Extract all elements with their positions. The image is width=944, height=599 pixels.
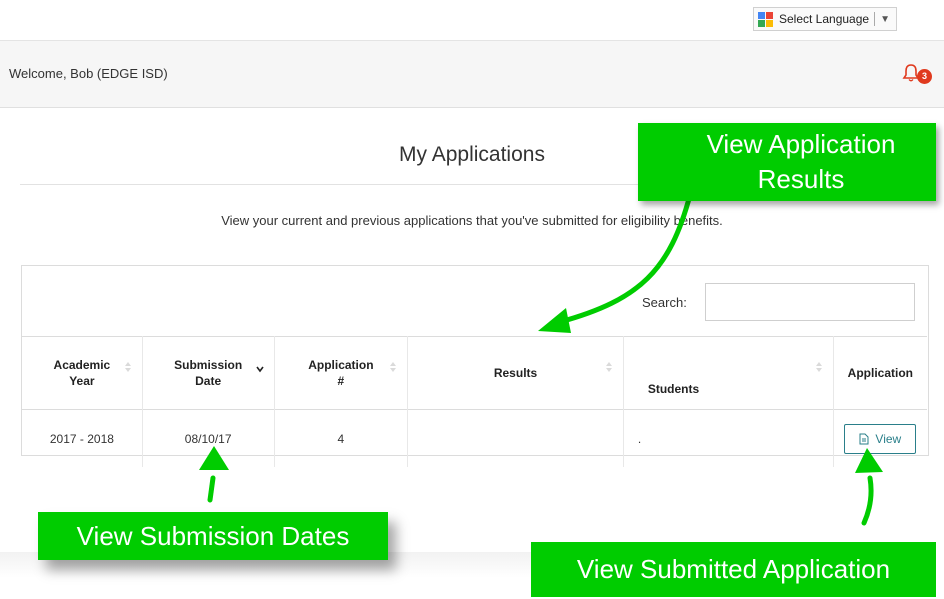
language-selector-label: Select Language xyxy=(779,12,870,26)
sort-descending-icon xyxy=(255,366,264,373)
document-icon xyxy=(859,433,869,444)
table-header-row: Academic Year Submission Date Applicatio… xyxy=(22,336,927,410)
arrow-to-date xyxy=(207,475,216,503)
search-label: Search: xyxy=(642,295,687,310)
cell-students: . xyxy=(623,409,834,467)
arrow-to-view xyxy=(861,475,874,526)
view-application-button[interactable]: View xyxy=(844,423,917,454)
language-selector[interactable]: Select Language ▼ xyxy=(753,7,897,31)
chevron-down-icon: ▼ xyxy=(880,13,890,25)
cell-application: View xyxy=(833,409,927,467)
table-row: 2017 - 2018 08/10/17 4 . View xyxy=(22,409,927,467)
sort-icon xyxy=(124,362,131,372)
sort-icon xyxy=(815,362,822,372)
welcome-text: Welcome, Bob (EDGE ISD) xyxy=(9,66,168,81)
cell-application-number: 4 xyxy=(274,409,409,467)
column-header-academic-year[interactable]: Academic Year xyxy=(22,336,143,410)
callout-view-application: View Submitted Application xyxy=(531,542,936,597)
notification-badge: 3 xyxy=(917,69,932,84)
column-header-application: Application xyxy=(833,336,927,410)
cell-submission-date: 08/10/17 xyxy=(142,409,275,467)
search-input[interactable] xyxy=(705,283,915,321)
applications-panel: Search: Academic Year Submission Date Ap… xyxy=(21,265,929,467)
language-selector-divider xyxy=(874,12,876,26)
cell-results xyxy=(407,409,624,467)
callout-view-dates: View Submission Dates xyxy=(38,512,388,560)
column-header-submission-date[interactable]: Submission Date xyxy=(142,336,275,410)
view-button-label: View xyxy=(875,431,902,446)
column-header-application-number[interactable]: Application # xyxy=(274,336,409,410)
welcome-bar: Welcome, Bob (EDGE ISD) 3 xyxy=(0,41,944,108)
callout-view-results: View Application Results xyxy=(638,123,936,201)
column-header-students[interactable]: Students xyxy=(623,336,834,410)
google-translate-icon xyxy=(758,11,773,27)
sort-icon xyxy=(605,362,612,372)
top-bar: Select Language ▼ xyxy=(0,0,944,41)
page-subtitle: View your current and previous applicati… xyxy=(221,213,723,228)
cell-academic-year: 2017 - 2018 xyxy=(22,409,143,467)
column-header-results[interactable]: Results xyxy=(407,336,624,410)
sort-icon xyxy=(390,362,397,372)
notifications-button[interactable]: 3 xyxy=(900,62,934,86)
applications-table: Academic Year Submission Date Applicatio… xyxy=(22,336,927,467)
